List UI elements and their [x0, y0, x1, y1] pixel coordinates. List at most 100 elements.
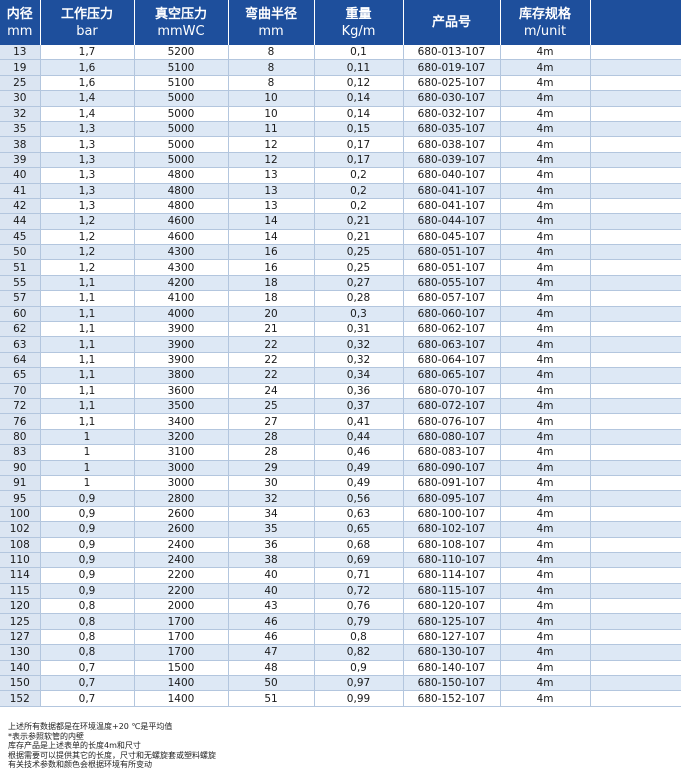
table-cell: 4m	[500, 75, 591, 92]
table-cell: 1,1	[40, 306, 135, 323]
table-cell: 4m	[500, 367, 591, 384]
header-inner-diameter: 内径 mm	[0, 0, 41, 45]
table-row: 72 1,1 3500 25 0,37 680-072-107 4m	[0, 398, 681, 415]
table-cell: 21	[228, 321, 315, 338]
table-cell: 1,2	[40, 244, 135, 261]
table-cell: 152	[0, 690, 41, 707]
table-cell: 0,11	[314, 59, 404, 76]
table-row: 13 1,7 5200 8 0,1 680-013-107 4m	[0, 45, 681, 61]
table-cell	[590, 506, 681, 523]
table-cell: 0,32	[314, 352, 404, 369]
table-cell	[590, 398, 681, 415]
table-cell: 0,63	[314, 506, 404, 523]
table-cell: 12	[228, 136, 315, 153]
table-cell: 1700	[134, 629, 229, 646]
table-cell: 1,6	[40, 59, 135, 76]
table-body: 13 1,7 5200 8 0,1 680-013-107 4m 19 1,6 5100 8 0,11…	[0, 45, 681, 707]
table-cell: 0,97	[314, 675, 404, 692]
table-cell: 13	[228, 198, 315, 215]
table-cell: 3600	[134, 383, 229, 399]
table-cell: 4m	[500, 552, 591, 569]
table-cell	[590, 690, 681, 707]
table-cell: 4m	[500, 59, 591, 76]
table-cell: 34	[228, 506, 315, 523]
table-cell: 0,69	[314, 552, 404, 569]
table-cell: 0,9	[40, 537, 135, 553]
table-cell: 30	[0, 90, 41, 107]
table-cell: 0,2	[314, 183, 404, 199]
table-cell: 0,9	[40, 552, 135, 569]
table-cell: 130	[0, 644, 41, 661]
table-cell: 64	[0, 352, 41, 369]
table-cell: 0,44	[314, 429, 404, 446]
table-row: 110 0,9 2400 38 0,69 680-110-107 4m	[0, 552, 681, 569]
table-cell: 0,9	[40, 506, 135, 523]
table-cell: 38	[228, 552, 315, 569]
table-cell: 0,8	[40, 644, 135, 661]
table-row: 76 1,1 3400 27 0,41 680-076-107 4m	[0, 413, 681, 430]
table-cell	[590, 352, 681, 369]
header-vacuum-pressure: 真空压力 mmWC	[134, 0, 229, 45]
table-cell: 35	[228, 521, 315, 538]
table-cell: 680-140-107	[403, 660, 501, 677]
table-cell: 40	[0, 167, 41, 184]
table-cell	[590, 136, 681, 153]
table-cell	[590, 675, 681, 692]
table-cell: 50	[0, 244, 41, 261]
table-cell: 0,8	[314, 629, 404, 646]
table-cell: 1,7	[40, 45, 135, 61]
table-cell	[590, 290, 681, 307]
table-cell: 51	[228, 690, 315, 707]
table-cell: 4m	[500, 383, 591, 399]
table-row: 95 0,9 2800 32 0,56 680-095-107 4m	[0, 490, 681, 507]
table-cell: 4m	[500, 613, 591, 630]
table-cell: 1,3	[40, 121, 135, 138]
table-cell: 0,15	[314, 121, 404, 138]
table-cell	[590, 367, 681, 384]
table-cell: 680-120-107	[403, 598, 501, 615]
table-cell: 0,7	[40, 675, 135, 692]
table-cell	[590, 90, 681, 107]
table-cell: 4m	[500, 183, 591, 199]
table-cell	[590, 413, 681, 430]
table-cell: 680-080-107	[403, 429, 501, 446]
table-cell: 4m	[500, 598, 591, 615]
table-cell: 127	[0, 629, 41, 646]
table-cell: 80	[0, 429, 41, 446]
table-cell: 0,82	[314, 644, 404, 661]
table-cell: 38	[0, 136, 41, 153]
table-row: 19 1,6 5100 8 0,11 680-019-107 4m	[0, 59, 681, 76]
header-working-pressure: 工作压力 bar	[40, 0, 135, 45]
table-cell: 10	[228, 90, 315, 107]
table-cell: 4600	[134, 213, 229, 230]
table-cell: 680-041-107	[403, 198, 501, 215]
table-cell: 1	[40, 460, 135, 476]
table-cell: 19	[0, 59, 41, 76]
table-cell	[590, 183, 681, 199]
table-cell: 680-035-107	[403, 121, 501, 138]
table-cell: 0,2	[314, 167, 404, 184]
table-row: 50 1,2 4300 16 0,25 680-051-107 4m	[0, 244, 681, 261]
table-cell: 680-025-107	[403, 75, 501, 92]
table-cell: 680-065-107	[403, 367, 501, 384]
footnote-line: 有关技术参数和颜色会根据环境有所变动	[8, 760, 152, 769]
table-cell: 680-055-107	[403, 275, 501, 292]
table-cell: 680-041-107	[403, 183, 501, 199]
table-cell: 2800	[134, 490, 229, 507]
table-cell: 24	[228, 383, 315, 399]
table-row: 45 1,2 4600 14 0,21 680-045-107 4m	[0, 229, 681, 246]
table-cell: 1500	[134, 660, 229, 677]
table-row: 83 1 3100 28 0,46 680-083-107 4m	[0, 444, 681, 461]
table-cell: 2200	[134, 583, 229, 600]
table-cell: 680-062-107	[403, 321, 501, 338]
table-cell	[590, 444, 681, 461]
table-cell: 680-051-107	[403, 244, 501, 261]
table-cell: 680-072-107	[403, 398, 501, 415]
table-row: 90 1 3000 29 0,49 680-090-107 4m	[0, 460, 681, 476]
table-cell: 1,2	[40, 259, 135, 276]
table-cell: 0,21	[314, 213, 404, 230]
table-cell: 680-063-107	[403, 336, 501, 353]
table-cell: 0,49	[314, 475, 404, 492]
table-cell: 13	[0, 45, 41, 61]
table-cell: 1,3	[40, 136, 135, 153]
